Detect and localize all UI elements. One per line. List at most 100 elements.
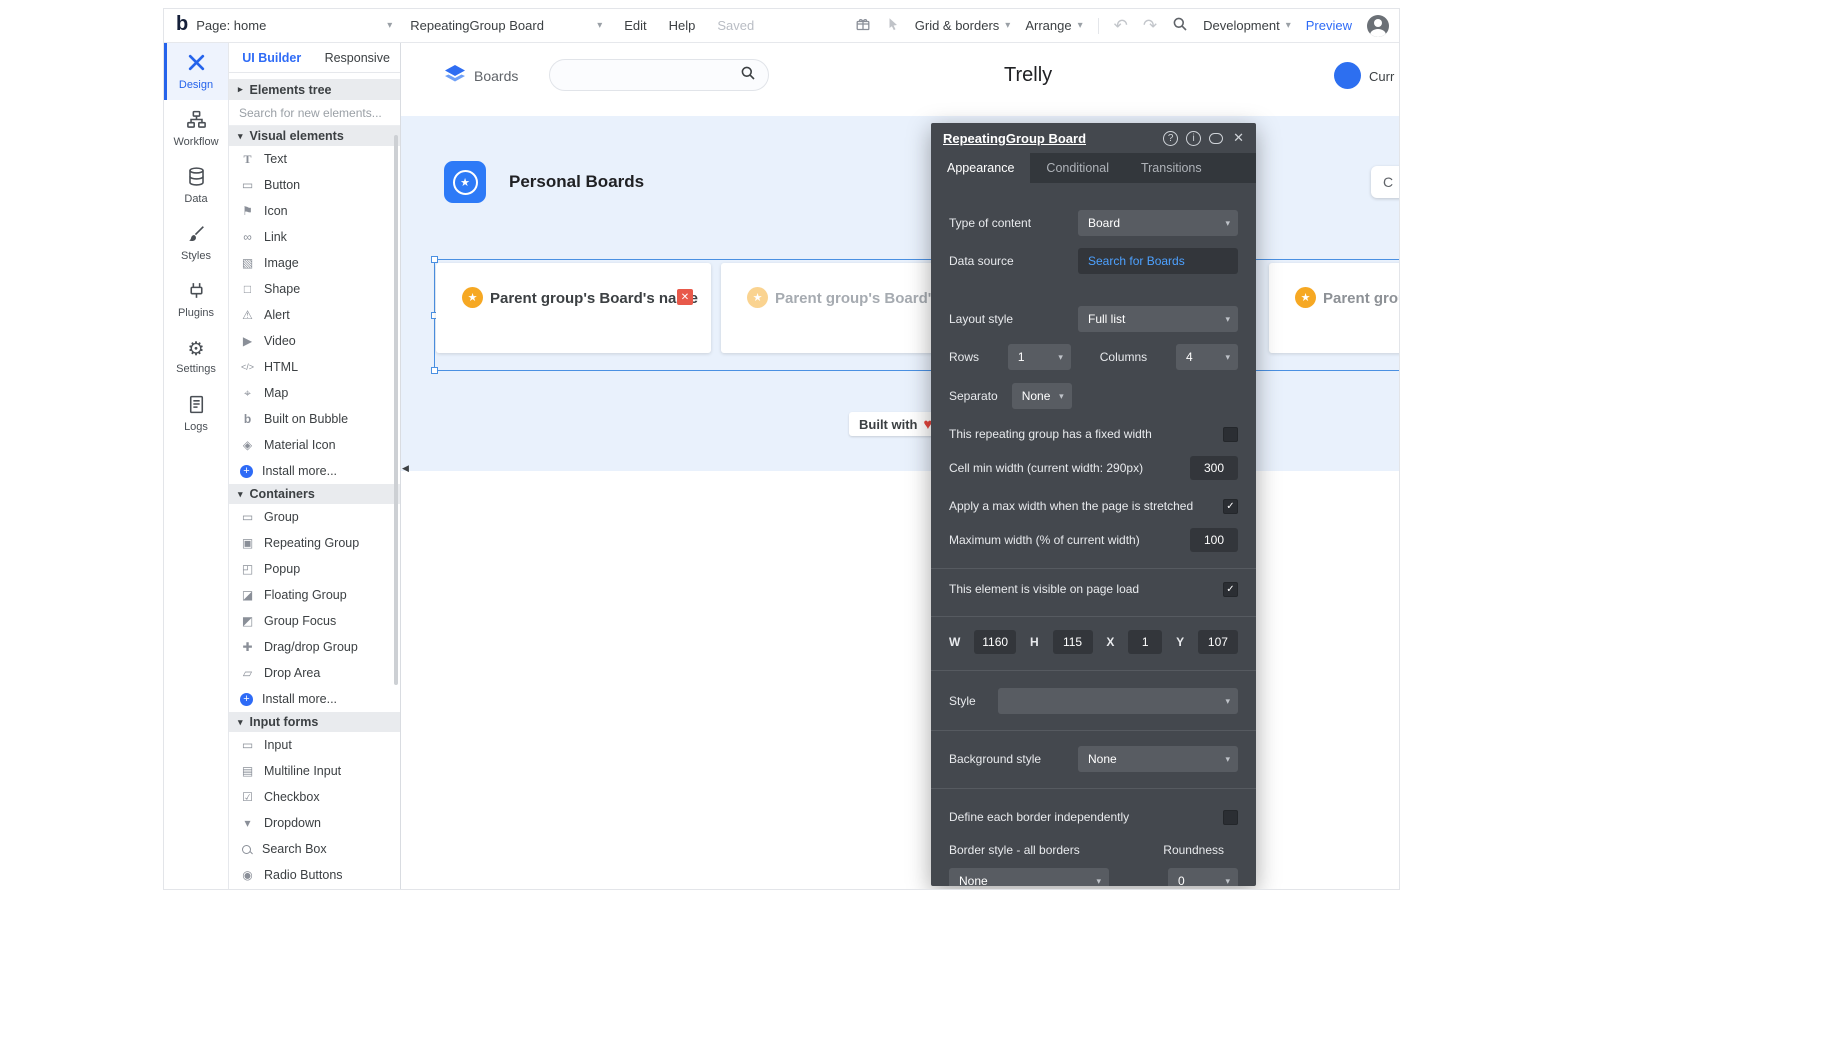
page-selector[interactable]: Page: home ▾ [196,18,392,33]
width-input[interactable]: 1160 [974,630,1017,654]
border-style-dropdown[interactable]: None ▾ [949,868,1109,886]
section-containers[interactable]: ▾ Containers [229,484,400,504]
fixed-width-checkbox[interactable]: ✓ [1223,426,1238,442]
element-selector[interactable]: RepeatingGroup Board ▾ [410,18,602,33]
max-width-pct-input[interactable]: 100 [1190,528,1238,552]
palette-item-video[interactable]: ▶ Video [229,328,400,354]
style-dropdown[interactable]: ▾ [998,688,1238,714]
roundness-dropdown[interactable]: 0 ▾ [1168,868,1238,886]
palette-item-floating-group[interactable]: ◪ Floating Group [229,582,400,608]
canvas-app-brand[interactable]: Boards [444,65,518,86]
sidebar-item-plugins[interactable]: Plugins [164,271,228,328]
cursor-tool-icon[interactable] [886,17,900,34]
palette-item-install-more-visual[interactable]: + Install more... [229,458,400,484]
comment-icon[interactable] [1209,132,1224,144]
palette-item-icon[interactable]: ⚑ Icon [229,198,400,224]
canvas-user-avatar[interactable] [1334,62,1361,89]
tab-appearance[interactable]: Appearance [931,153,1031,183]
palette-item-popup[interactable]: ◰ Popup [229,556,400,582]
search-input[interactable] [229,100,400,126]
close-icon[interactable]: ✕ [1233,130,1244,146]
inspector-title[interactable]: RepeatingGroup Board [943,131,1086,146]
redo-icon[interactable]: ↷ [1143,17,1157,34]
palette-item-multiline-input[interactable]: ▤ Multiline Input [229,758,400,784]
border-independent-checkbox[interactable]: ✓ [1223,809,1238,825]
palette-item-image[interactable]: ▧ Image [229,250,400,276]
tab-transitions[interactable]: Transitions [1125,153,1218,183]
sidebar-item-data[interactable]: Data [164,157,228,214]
section-input-forms[interactable]: ▾ Input forms [229,712,400,732]
undo-icon[interactable]: ↶ [1114,17,1128,34]
sidebar-item-styles[interactable]: Styles [164,214,228,271]
tab-conditional[interactable]: Conditional [1030,153,1125,183]
sidebar-item-workflow[interactable]: Workflow [164,100,228,157]
grid-borders-menu[interactable]: Grid & borders ▾ [915,18,1011,33]
help-icon[interactable]: ? [1163,130,1179,146]
palette-item-material-icon[interactable]: ◈ Material Icon [229,432,400,458]
layout-style-dropdown[interactable]: Full list ▾ [1078,306,1238,332]
selection-handle[interactable] [431,256,438,263]
data-source-expression[interactable]: Search for Boards [1078,248,1238,274]
sidebar-item-logs[interactable]: Logs [164,385,228,442]
palette-item-group-focus[interactable]: ◩ Group Focus [229,608,400,634]
x-input[interactable]: 1 [1128,630,1163,654]
type-of-content-dropdown[interactable]: Board ▾ [1078,210,1238,236]
user-avatar[interactable] [1367,14,1389,37]
palette-item-link[interactable]: ∞ Link [229,224,400,250]
input-field-icon: ▭ [241,738,254,752]
bubble-logo[interactable]: b [176,13,188,36]
palette-item-input[interactable]: ▭ Input [229,732,400,758]
board-card-1[interactable]: ★ Parent group's Board's name ✕ [436,263,711,353]
selection-handle[interactable] [431,367,438,374]
palette-item-built-on-bubble[interactable]: b Built on Bubble [229,406,400,432]
palette-item-dragdrop-group[interactable]: ✚ Drag/drop Group [229,634,400,660]
personal-boards-icon[interactable]: ★ [444,161,486,203]
palette-item-html[interactable]: </> HTML [229,354,400,380]
palette-item-checkbox[interactable]: ☑ Checkbox [229,784,400,810]
palette-item-dropdown[interactable]: ▾ Dropdown [229,810,400,836]
info-icon[interactable]: i [1186,130,1202,146]
create-board-button[interactable]: C [1371,166,1399,198]
palette-item-text[interactable]: T Text [229,146,400,172]
sidebar-item-settings[interactable]: ⚙ Settings [164,328,228,385]
palette-item-alert[interactable]: ⚠ Alert [229,302,400,328]
apply-max-width-checkbox[interactable]: ✓ [1223,498,1238,514]
canvas-search-box[interactable] [549,59,769,91]
sidebar-item-design[interactable]: Design [164,43,228,100]
palette-item-map[interactable]: ⌖ Map [229,380,400,406]
palette-item-shape[interactable]: □ Shape [229,276,400,302]
panel-collapse-icon[interactable]: ◀ [402,463,409,474]
palette-item-repeating-group[interactable]: ▣ Repeating Group [229,530,400,556]
menu-edit[interactable]: Edit [624,18,646,33]
preview-button[interactable]: Preview [1306,18,1352,33]
search-icon[interactable] [1172,16,1188,35]
built-with-bubble-badge[interactable]: Built with ♥ [849,412,943,436]
visible-on-load-checkbox[interactable]: ✓ [1223,581,1238,597]
columns-dropdown[interactable]: 4 ▾ [1176,344,1238,370]
arrange-menu[interactable]: Arrange ▾ [1025,18,1082,33]
palette-item-radio-buttons[interactable]: ◉ Radio Buttons [229,862,400,888]
background-style-dropdown[interactable]: None ▾ [1078,746,1238,772]
menu-help[interactable]: Help [669,18,696,33]
sidebar-item-label: Plugins [177,307,215,319]
palette-item-drop-area[interactable]: ▱ Drop Area [229,660,400,686]
board-star-icon: ★ [1295,287,1316,308]
cell-min-width-input[interactable]: 300 [1190,456,1238,480]
separator-dropdown[interactable]: None ▾ [1011,383,1072,409]
section-visual-elements[interactable]: ▾ Visual elements [229,126,400,146]
environment-selector[interactable]: Development ▾ [1203,18,1291,33]
rows-dropdown[interactable]: 1 ▾ [1007,344,1071,370]
delete-board-icon[interactable]: ✕ [677,289,693,305]
elements-tree-toggle[interactable]: ▸ Elements tree [229,79,400,100]
palette-item-button[interactable]: ▭ Button [229,172,400,198]
palette-scrollbar[interactable] [394,135,398,685]
tab-responsive[interactable]: Responsive [315,43,401,72]
board-card-3[interactable]: ★ Parent group's Board's name [1269,263,1399,353]
palette-item-search-box[interactable]: Search Box [229,836,400,862]
palette-item-install-more-containers[interactable]: + Install more... [229,686,400,712]
gift-icon[interactable] [855,16,871,35]
palette-item-group[interactable]: ▭ Group [229,504,400,530]
height-input[interactable]: 115 [1052,630,1093,654]
y-input[interactable]: 107 [1197,630,1238,654]
tab-ui-builder[interactable]: UI Builder [229,43,315,72]
